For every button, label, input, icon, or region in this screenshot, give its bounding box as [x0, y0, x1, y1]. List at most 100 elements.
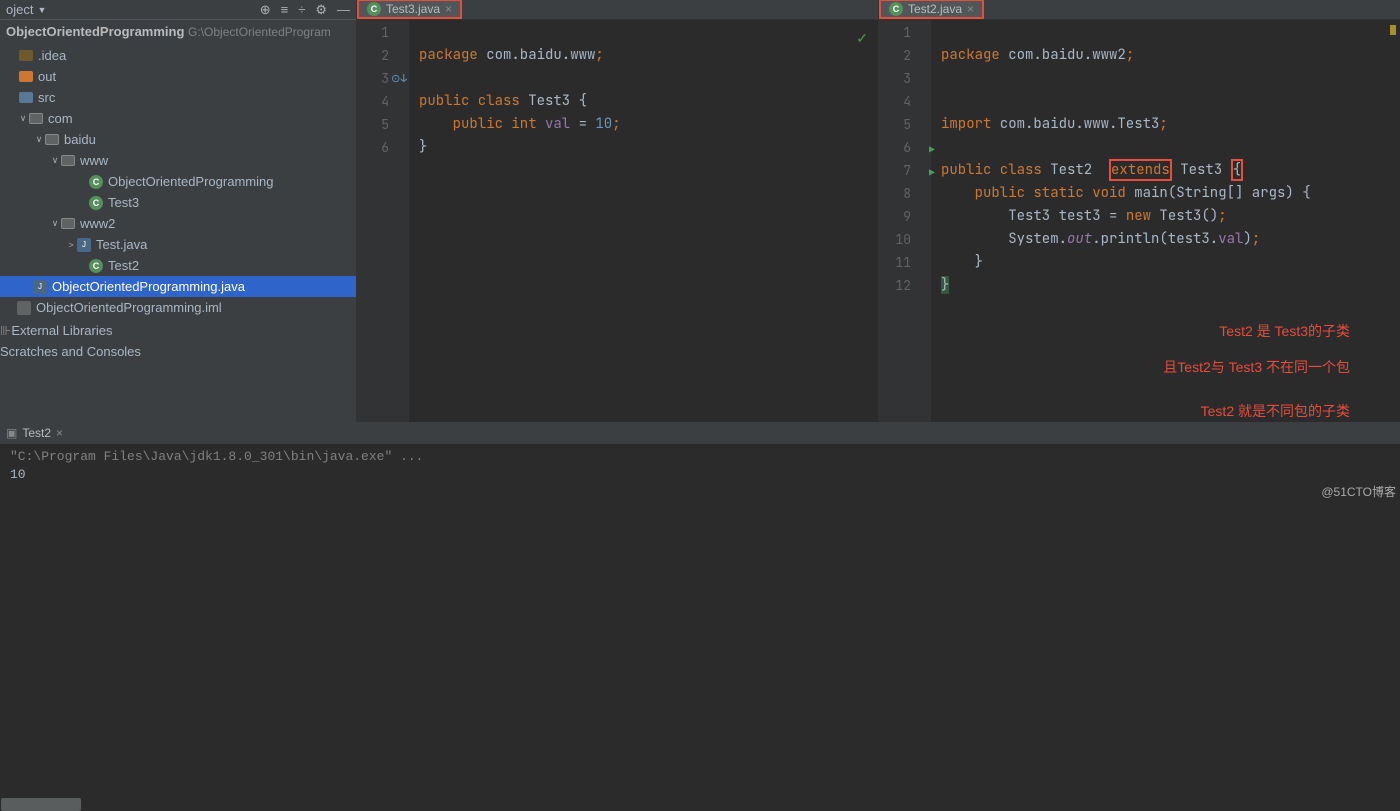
folder-src-icon	[18, 90, 34, 106]
editor-right: C Test2.java × 123456789101112 ▶ ▶ packa…	[878, 0, 1400, 422]
tab-strip-right: C Test2.java ×	[879, 0, 1400, 20]
project-path: G:\ObjectOrientedProgram	[188, 25, 331, 39]
warning-marker[interactable]	[1390, 25, 1396, 35]
folder-pkg-icon	[60, 216, 76, 232]
code-area-left[interactable]: 123456 ⊙↓ package com.baidu.www; public …	[357, 20, 878, 422]
line-number: 2	[879, 44, 911, 67]
tree-item-label: Test2	[108, 258, 139, 273]
project-name: ObjectOrientedProgramming	[6, 24, 184, 39]
tree-item-label: baidu	[64, 132, 96, 147]
folder-pkg-icon	[28, 111, 44, 127]
sidebar-scrollbar[interactable]	[0, 408, 356, 422]
line-number: 11	[879, 251, 911, 274]
external-libraries[interactable]: ⊪ External Libraries	[0, 320, 356, 341]
java-icon: J	[76, 237, 92, 253]
line-number: 3	[879, 67, 911, 90]
class-icon: C	[889, 2, 903, 16]
run-panel: ▣ Test2 × "C:\Program Files\Java\jdk1.8.…	[0, 422, 1400, 502]
tree-item-label: ObjectOrientedProgramming.iml	[36, 300, 222, 315]
tree-item[interactable]: ∨ baidu	[0, 129, 356, 150]
annotation-1: Test2 是 Test3的子类	[1219, 320, 1350, 343]
chevron-icon[interactable]: ∨	[50, 218, 60, 229]
line-number: 7	[879, 159, 911, 182]
line-number: 1	[357, 21, 389, 44]
chevron-icon[interactable]: ∨	[18, 113, 28, 124]
line-number: 1	[879, 21, 911, 44]
tree-item[interactable]: src	[0, 87, 356, 108]
tree-item[interactable]: C Test3	[0, 192, 356, 213]
line-number: 10	[879, 228, 911, 251]
line-number: 4	[879, 90, 911, 113]
tree-item[interactable]: .idea	[0, 45, 356, 66]
minimize-icon[interactable]: —	[337, 2, 350, 17]
check-icon: ✓	[856, 28, 868, 51]
folder-idea-icon	[18, 48, 34, 64]
run-cmdline: "C:\Program Files\Java\jdk1.8.0_301\bin\…	[10, 448, 1390, 466]
brace-highlight: {	[1231, 159, 1243, 181]
line-number: 6	[357, 136, 389, 159]
tree-item[interactable]: ∨ com	[0, 108, 356, 129]
target-icon[interactable]: ⊕	[260, 2, 271, 18]
close-icon[interactable]: ×	[967, 2, 974, 16]
tree-item-label: www2	[80, 216, 115, 231]
expand-icon[interactable]: ≡	[281, 2, 289, 17]
editor-left: C Test3.java × 123456 ⊙↓ package com.bai…	[356, 0, 878, 422]
tree-item-label: Test3	[108, 195, 139, 210]
close-icon[interactable]: ×	[445, 2, 452, 16]
scrollbar-thumb[interactable]	[1, 798, 81, 811]
external-libs-label: External Libraries	[11, 323, 112, 338]
annotation-3: Test2 就是不同包的子类	[1201, 400, 1350, 423]
chevron-icon[interactable]: ∨	[50, 155, 60, 166]
code-body-left[interactable]: package com.baidu.www; public class Test…	[409, 20, 878, 422]
tree-item[interactable]: ∨ www	[0, 150, 356, 171]
line-number: 5	[357, 113, 389, 136]
code-body-right[interactable]: package com.baidu.www2; import com.baidu…	[931, 20, 1400, 422]
class-icon: C	[88, 195, 104, 211]
scratches-consoles[interactable]: Scratches and Consoles	[0, 341, 356, 362]
chevron-icon[interactable]: ∨	[34, 134, 44, 145]
line-number: 4	[357, 90, 389, 113]
project-title-row[interactable]: ObjectOrientedProgramming G:\ObjectOrien…	[0, 20, 356, 43]
gutter-left: 123456 ⊙↓	[357, 20, 409, 422]
tree-item-label: com	[48, 111, 73, 126]
chevron-down-icon[interactable]: ▼	[37, 5, 46, 15]
run-tab[interactable]: ▣ Test2 ×	[6, 426, 63, 440]
tab-label: Test2.java	[908, 2, 962, 16]
lib-icon: ⊪	[0, 323, 11, 339]
folder-pkg-icon	[44, 132, 60, 148]
override-icon[interactable]: ⊙↓	[391, 68, 407, 91]
code-area-right[interactable]: 123456789101112 ▶ ▶ package com.baidu.ww…	[879, 20, 1400, 422]
project-dropdown[interactable]: oject	[6, 2, 33, 17]
tree-item[interactable]: J ObjectOrientedProgramming.java	[0, 276, 356, 297]
tree-item-label: .idea	[38, 48, 66, 63]
project-tree: .ideaoutsrc∨com∨baidu∨wwwCObjectOriented…	[0, 43, 356, 320]
java-icon: J	[32, 279, 48, 295]
line-number: 8	[879, 182, 911, 205]
tab-test2[interactable]: C Test2.java ×	[879, 0, 984, 19]
gear-icon[interactable]: ⚙	[315, 2, 327, 18]
tree-item[interactable]: >J Test.java	[0, 234, 356, 255]
tab-test3[interactable]: C Test3.java ×	[357, 0, 462, 19]
tree-item[interactable]: CTest2	[0, 255, 356, 276]
run-tab-label: Test2	[22, 426, 51, 440]
divider-icon[interactable]: ÷	[298, 2, 305, 17]
tree-item-label: Test.java	[96, 237, 147, 252]
tab-label: Test3.java	[386, 2, 440, 16]
tree-item-label: ObjectOrientedProgramming.java	[52, 279, 245, 294]
close-icon[interactable]: ×	[56, 426, 63, 440]
run-output[interactable]: "C:\Program Files\Java\jdk1.8.0_301\bin\…	[0, 444, 1400, 502]
tree-item[interactable]: out	[0, 66, 356, 87]
tab-strip-left: C Test3.java ×	[357, 0, 878, 20]
tree-item-label: www	[80, 153, 108, 168]
tree-item[interactable]: ∨ www2	[0, 213, 356, 234]
line-number: 6	[879, 136, 911, 159]
sidebar-header: oject ▼ ⊕ ≡ ÷ ⚙ —	[0, 0, 356, 20]
tree-item[interactable]: CObjectOrientedProgramming	[0, 171, 356, 192]
chevron-icon[interactable]: >	[66, 240, 76, 250]
class-icon: C	[88, 174, 104, 190]
plain-icon	[16, 300, 32, 316]
line-number: 3	[357, 67, 389, 90]
tree-item[interactable]: ObjectOrientedProgramming.iml	[0, 297, 356, 318]
tree-item-label: src	[38, 90, 55, 105]
class-icon: C	[367, 2, 381, 16]
